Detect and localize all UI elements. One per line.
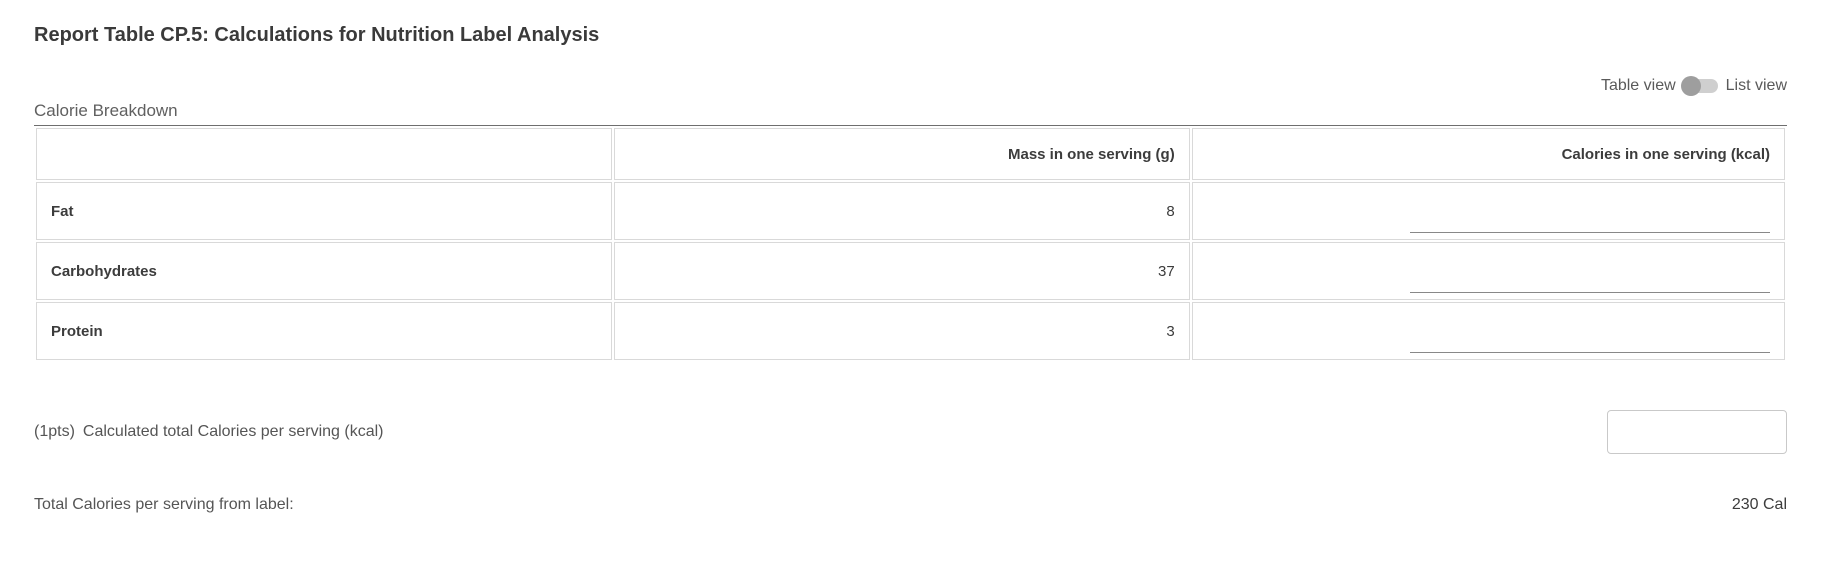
page-title: Report Table CP.5: Calculations for Nutr… xyxy=(34,24,1787,47)
calculated-total-input[interactable] xyxy=(1607,410,1787,454)
calorie-input-carbs[interactable] xyxy=(1410,271,1770,293)
header-cal: Calories in one serving (kcal) xyxy=(1192,128,1785,180)
table-header-row: Mass in one serving (g) Calories in one … xyxy=(36,128,1785,180)
row-cal-cell xyxy=(1192,182,1785,240)
label-total-value: 230 Cal xyxy=(1732,496,1787,514)
points-label: (1pts) xyxy=(34,423,75,441)
calorie-input-protein[interactable] xyxy=(1410,331,1770,353)
section-title: Calorie Breakdown xyxy=(34,101,1787,121)
row-cal-cell xyxy=(1192,302,1785,360)
table-view-label: Table view xyxy=(1601,77,1676,95)
label-total-row: Total Calories per serving from label: 2… xyxy=(34,496,1787,514)
table-row: Carbohydrates 37 xyxy=(36,242,1785,300)
row-mass: 3 xyxy=(614,302,1190,360)
view-mode-row: Table view List view xyxy=(34,77,1787,95)
row-label: Carbohydrates xyxy=(36,242,612,300)
row-mass: 37 xyxy=(614,242,1190,300)
calculated-total-row: (1pts) Calculated total Calories per ser… xyxy=(34,410,1787,454)
row-mass: 8 xyxy=(614,182,1190,240)
question-text: Calculated total Calories per serving (k… xyxy=(83,423,384,441)
calorie-table: Mass in one serving (g) Calories in one … xyxy=(34,126,1787,362)
view-mode-toggle[interactable] xyxy=(1684,79,1718,93)
list-view-label: List view xyxy=(1726,77,1787,95)
toggle-thumb-icon xyxy=(1681,76,1701,96)
row-cal-cell xyxy=(1192,242,1785,300)
table-row: Protein 3 xyxy=(36,302,1785,360)
table-row: Fat 8 xyxy=(36,182,1785,240)
row-label: Fat xyxy=(36,182,612,240)
calorie-input-fat[interactable] xyxy=(1410,211,1770,233)
row-label: Protein xyxy=(36,302,612,360)
header-mass: Mass in one serving (g) xyxy=(614,128,1190,180)
label-total-text: Total Calories per serving from label: xyxy=(34,496,294,514)
header-blank xyxy=(36,128,612,180)
